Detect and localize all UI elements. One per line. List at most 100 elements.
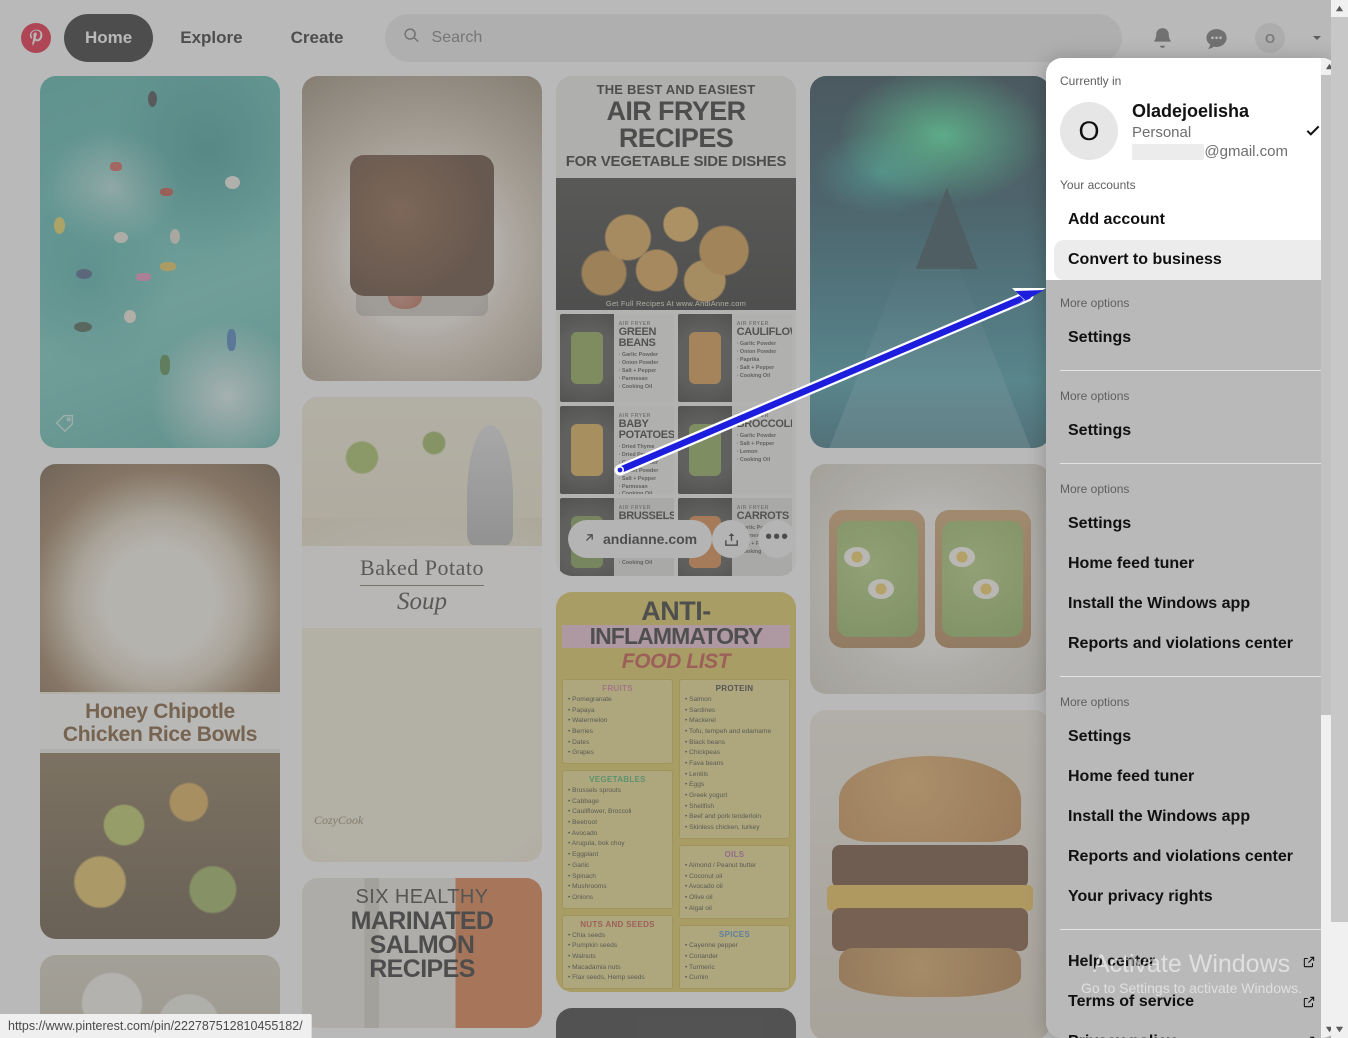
search-bar[interactable] bbox=[384, 14, 1122, 62]
status-bar-url-text: https://www.pinterest.com/pin/2227875128… bbox=[8, 1019, 303, 1033]
pin-card-aurora[interactable] bbox=[810, 76, 1050, 448]
menu-item-help-center[interactable]: Help center bbox=[1054, 942, 1330, 982]
menu-item-convert-to-business[interactable]: Convert to business bbox=[1054, 240, 1330, 281]
infographic-title: THE BEST AND EASIEST AIR FRYER RECIPES F… bbox=[556, 76, 796, 178]
menu-item-settings[interactable]: Settings bbox=[1054, 717, 1330, 757]
pin-card-burger[interactable] bbox=[810, 710, 1050, 1038]
anti-category-box: OILS Almond / Peanut butterCoconut oilAvo… bbox=[679, 844, 790, 920]
anti-category-box: FRUITSPomegranatePapayaWatermelonBerries… bbox=[562, 679, 673, 765]
menu-item-settings[interactable]: Settings bbox=[1054, 504, 1330, 544]
account-name: Oladejoelisha bbox=[1132, 101, 1250, 121]
pin-title-line3: SALMON bbox=[369, 931, 475, 959]
af-cell-ingredients: · Garlic Powder · Salt + Pepper · Lemon · C… bbox=[736, 433, 777, 463]
notifications-bell-icon[interactable] bbox=[1138, 14, 1186, 62]
share-icon[interactable] bbox=[712, 520, 751, 558]
af-pan-image bbox=[678, 314, 732, 402]
page-scrollbar-thumb[interactable] bbox=[1331, 17, 1348, 922]
account-dropdown-menu: Currently in O Oladejoelisha Personal @g… bbox=[1046, 58, 1338, 1038]
external-link-icon bbox=[1302, 955, 1316, 969]
pinterest-logo-icon[interactable] bbox=[14, 16, 58, 60]
menu-item-settings[interactable]: Settings bbox=[1054, 411, 1330, 451]
anti-list-item: Papaya bbox=[568, 706, 667, 717]
menu-item-your-privacy-rights[interactable]: Your privacy rights bbox=[1054, 877, 1330, 917]
menu-section-label: More options bbox=[1060, 389, 1130, 404]
pin-card-avocado-toast[interactable] bbox=[810, 464, 1050, 694]
pin-card-salmon-recipes[interactable]: SIX HEALTHY MARINATED SALMON RECIPES bbox=[302, 878, 542, 1028]
page-scroll-up-arrow-icon[interactable] bbox=[1331, 0, 1348, 17]
anti-category-title: VEGETABLES bbox=[589, 775, 646, 785]
anti-list-item: Flax seeds, Hemp seeds bbox=[568, 973, 667, 984]
avatar: O bbox=[1255, 23, 1285, 53]
anti-list-item: Coconut oil bbox=[685, 872, 784, 883]
menu-item-label: Home feed tuner bbox=[1068, 768, 1195, 786]
anti-title-line3: FOOD LIST bbox=[621, 650, 731, 673]
page-scroll-down-arrow-icon[interactable] bbox=[1331, 1021, 1348, 1038]
anti-list-item: Walnuts bbox=[568, 952, 667, 963]
menu-section-label: More options bbox=[1060, 296, 1130, 311]
pin-card-air-fryer-recipes[interactable]: THE BEST AND EASIEST AIR FRYER RECIPES F… bbox=[556, 76, 796, 576]
anti-list-item: Onions bbox=[568, 893, 667, 904]
nav-item-explore-label: Explore bbox=[180, 28, 243, 47]
anti-list-item: Skinless chicken, turkey bbox=[685, 823, 784, 834]
pin-card-honey-chipotle-bowls[interactable]: Honey Chipotle Chicken Rice Bowls bbox=[40, 464, 280, 939]
anti-right-column: PROTEINSalmonSardinesMackerelTofu, tempe… bbox=[679, 679, 790, 992]
anti-list-item: Beetroot bbox=[568, 818, 667, 829]
page-scrollbar[interactable] bbox=[1331, 0, 1348, 1038]
af-title-line1: THE BEST AND EASIEST bbox=[596, 82, 756, 97]
af-cell-ingredients: · Garlic Powder · Onion Powder · Paprika · … bbox=[736, 341, 777, 379]
menu-item-label: Home feed tuner bbox=[1068, 555, 1195, 573]
menu-item-privacy-policy[interactable]: Privacy policy bbox=[1054, 1022, 1330, 1038]
nav-item-create[interactable]: Create bbox=[270, 14, 365, 62]
anti-list-item: Brussels sprouts bbox=[568, 786, 667, 797]
nav-item-home[interactable]: Home bbox=[64, 14, 154, 62]
pin-card-dark-partial[interactable] bbox=[556, 1008, 796, 1038]
current-account-row[interactable]: O Oladejoelisha Personal @gmail.com bbox=[1046, 96, 1338, 172]
pin-card-steak-shrimp[interactable] bbox=[302, 76, 542, 381]
menu-item-convert-to-business-label: Convert to business bbox=[1068, 251, 1222, 269]
menu-item-reports-and-violations-center[interactable]: Reports and violations center bbox=[1054, 624, 1330, 664]
nav-item-explore[interactable]: Explore bbox=[159, 14, 263, 62]
more-dots-icon[interactable]: ••• bbox=[758, 520, 796, 558]
anti-list-item: Dates bbox=[568, 738, 667, 749]
menu-item-terms-of-service[interactable]: Terms of service bbox=[1054, 982, 1330, 1022]
more-dots-glyph: ••• bbox=[765, 526, 790, 548]
pin-source-link[interactable]: andianne.com bbox=[568, 520, 713, 558]
messages-chat-icon[interactable] bbox=[1192, 14, 1240, 62]
pin-card-baked-potato-soup[interactable]: Baked Potato Soup CozyCook bbox=[302, 397, 542, 862]
menu-item-home-feed-tuner[interactable]: Home feed tuner bbox=[1054, 544, 1330, 584]
menu-section-label: More options bbox=[1060, 695, 1130, 710]
avatar-initial: O bbox=[1264, 30, 1276, 46]
anti-list-item: Lentils bbox=[685, 770, 784, 781]
menu-item-home-feed-tuner[interactable]: Home feed tuner bbox=[1054, 757, 1330, 797]
anti-left-column: FRUITSPomegranatePapayaWatermelonBerries… bbox=[562, 679, 673, 992]
anti-list-item: Cumin bbox=[685, 973, 784, 984]
menu-item-reports-and-violations-center[interactable]: Reports and violations center bbox=[1054, 837, 1330, 877]
af-title-line2: AIR FRYER RECIPES bbox=[606, 96, 746, 153]
menu-item-label: Settings bbox=[1068, 515, 1132, 533]
anti-category-box: NUTS AND SEEDS Chia seedsPumpkin seedsWal… bbox=[562, 914, 673, 989]
af-recipe-cell: AIR FRYERCAULIFLOWER· Garlic Powder· Oni… bbox=[678, 314, 792, 402]
menu-item-label: Terms of service bbox=[1068, 993, 1194, 1011]
af-hero-caption: Get Full Recipes At www.AndiAnne.com bbox=[605, 299, 747, 308]
anti-list-item: Chia seeds bbox=[568, 931, 667, 942]
menu-item-install-the-windows-app[interactable]: Install the Windows app bbox=[1054, 797, 1330, 837]
pin-card-ocean[interactable] bbox=[40, 76, 280, 448]
menu-item-label: Your privacy rights bbox=[1068, 888, 1213, 906]
menu-item-install-the-windows-app[interactable]: Install the Windows app bbox=[1054, 584, 1330, 624]
search-input[interactable] bbox=[431, 29, 1104, 47]
account-email-suffix: @gmail.com bbox=[1204, 143, 1288, 160]
menu-item-add-account[interactable]: Add account bbox=[1054, 200, 1330, 240]
menu-item-settings[interactable]: Settings bbox=[1054, 318, 1330, 358]
external-link-icon bbox=[1302, 995, 1316, 1009]
anti-list-item: Pumpkin seeds bbox=[568, 941, 667, 952]
pin-card-anti-inflammatory-list[interactable]: ANTI- INFLAMMATORY FOOD LIST FRUITSPomeg… bbox=[556, 592, 796, 992]
anti-list-item: Chickpeas bbox=[685, 748, 784, 759]
anti-list-item: Salmon bbox=[685, 695, 784, 706]
anti-list-item: Fava beans bbox=[685, 759, 784, 770]
account-menu-chevron-down-icon[interactable] bbox=[1300, 14, 1334, 62]
af-title-line3: FOR VEGETABLE SIDE DISHES bbox=[565, 153, 787, 170]
status-bar-url: https://www.pinterest.com/pin/2227875128… bbox=[0, 1014, 312, 1038]
pin-title-line1: Baked Potato bbox=[360, 555, 484, 586]
anti-list-item: Almond / Peanut butter bbox=[685, 861, 784, 872]
account-avatar[interactable]: O bbox=[1246, 14, 1294, 62]
